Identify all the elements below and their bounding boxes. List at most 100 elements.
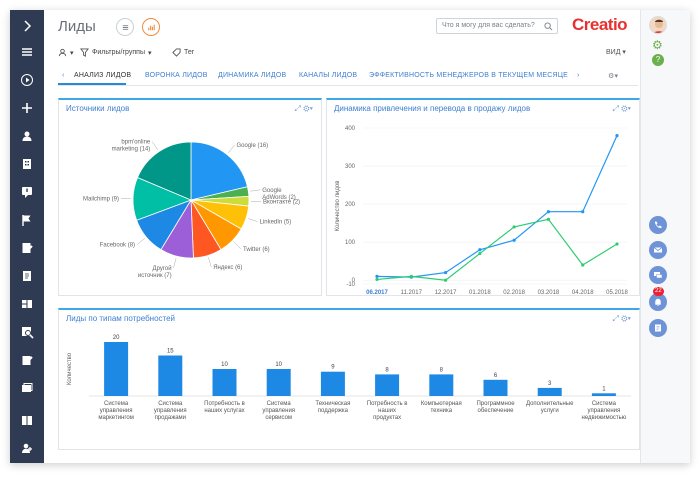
bar[interactable] — [158, 355, 183, 397]
data-point[interactable] — [443, 278, 448, 282]
data-point[interactable] — [581, 263, 585, 267]
edit-icon[interactable] — [10, 348, 44, 372]
settings-gear-icon[interactable]: ⚙ — [652, 38, 663, 52]
data-point[interactable] — [546, 210, 551, 214]
chevron-down-icon: ▾ — [147, 49, 152, 57]
data-point[interactable] — [478, 248, 482, 252]
data-point[interactable] — [375, 277, 379, 282]
filters-groups-button[interactable]: Фильтры/группы ▾ — [80, 48, 152, 57]
chat-icon[interactable] — [649, 266, 667, 284]
feed-icon[interactable] — [649, 319, 667, 337]
menu-icon[interactable] — [10, 40, 44, 64]
data-point[interactable] — [512, 225, 516, 229]
communication-panel: ⚙ ? 22 — [640, 10, 690, 463]
users-icon[interactable] — [10, 436, 44, 460]
settings-icon[interactable]: ⚙▾ — [303, 104, 313, 113]
bar[interactable] — [266, 369, 291, 396]
main-content: Лиды Что я могу для вас сделать? Creatio… — [44, 10, 640, 463]
tab-lead-funnel[interactable]: ВОРОНКА ЛИДОВ — [145, 72, 208, 79]
tab-lead-channels[interactable]: КАНАЛЫ ЛИДОВ — [299, 72, 357, 79]
bar-value-label: 1 — [602, 386, 606, 392]
pie-leader-line — [173, 258, 177, 268]
pie-leader-line — [247, 218, 258, 222]
knowledge-base-icon[interactable] — [10, 408, 44, 432]
x-tick-label: 03.2018 — [538, 290, 560, 296]
bar[interactable] — [104, 342, 129, 396]
tabs-scroll-right-icon[interactable]: › — [577, 72, 580, 79]
expand-icon[interactable]: ⤢ — [613, 314, 619, 323]
tab-lead-dynamics[interactable]: ДИНАМИКА ЛИДОВ — [218, 72, 286, 79]
panel-tools[interactable]: ⤢ ⚙▾ — [295, 104, 313, 114]
help-icon[interactable]: ? — [652, 54, 664, 66]
tag-button[interactable]: Тег — [172, 48, 194, 57]
data-point[interactable] — [546, 217, 551, 221]
pie-leader-line — [250, 189, 261, 192]
data-point[interactable] — [375, 274, 379, 278]
bar[interactable] — [537, 387, 562, 396]
expand-nav-icon[interactable] — [10, 14, 44, 38]
user-avatar[interactable] — [649, 16, 667, 34]
orders-icon[interactable] — [10, 236, 44, 260]
needs-title: Лиды по типам потребностей — [66, 314, 176, 323]
data-point[interactable] — [581, 210, 585, 214]
x-tick-label: Система управления сервисом — [262, 401, 295, 421]
tab-manager-efficiency[interactable]: ЭФФЕКТИВНОСТЬ МЕНЕДЖЕРОВ В ТЕКУЩЕМ МЕСЯЦ… — [369, 72, 568, 79]
creatio-logo: Creatio — [572, 15, 628, 34]
bar[interactable] — [320, 371, 345, 396]
page-title: Лиды — [58, 18, 96, 35]
folders-icon[interactable] — [10, 376, 44, 400]
expand-icon[interactable]: ⤢ — [613, 104, 619, 113]
expand-icon[interactable]: ⤢ — [295, 104, 301, 113]
settings-icon[interactable]: ⚙▾ — [621, 104, 631, 113]
notification-badge: 22 — [653, 287, 664, 296]
line-chart: 4003002001000-10Количество лидов06.2017 1… — [335, 126, 629, 296]
search-cases-icon[interactable] — [10, 320, 44, 344]
dashboard-icon[interactable] — [10, 292, 44, 316]
play-icon[interactable] — [10, 68, 44, 92]
tab-settings-gear-icon[interactable]: ⚙▾ — [608, 72, 618, 80]
email-icon[interactable] — [649, 241, 667, 259]
pie-leader-line — [208, 257, 212, 268]
pie-label: Twitter (6) — [243, 247, 270, 253]
search-placeholder: Что я могу для вас сделать? — [442, 22, 535, 29]
phone-icon[interactable] — [649, 216, 667, 234]
contact-icon[interactable] — [10, 124, 44, 148]
list-view-icon[interactable] — [116, 18, 134, 36]
bar[interactable] — [483, 379, 508, 396]
data-point[interactable] — [478, 251, 482, 256]
tabs-scroll-left-icon[interactable]: ‹ — [62, 72, 65, 79]
x-tick-label: Система управления продажами — [154, 401, 187, 421]
left-navigation — [10, 10, 44, 463]
tab-lead-analysis[interactable]: АНАЛИЗ ЛИДОВ — [74, 72, 131, 79]
bar[interactable] — [429, 374, 454, 396]
data-point[interactable] — [512, 238, 516, 242]
bar[interactable] — [591, 393, 616, 396]
plus-icon[interactable] — [10, 96, 44, 120]
data-point[interactable] — [443, 270, 448, 275]
search-icon[interactable] — [544, 22, 553, 31]
panel-tools[interactable]: ⤢ ⚙▾ — [613, 314, 631, 324]
analytics-view-icon[interactable] — [142, 18, 160, 36]
tag-label: Тег — [184, 49, 195, 56]
lead-icon[interactable] — [10, 180, 44, 204]
pie-leader-line — [228, 144, 235, 154]
bar[interactable] — [375, 374, 400, 396]
data-point[interactable] — [615, 242, 619, 246]
person-icon — [58, 48, 67, 57]
account-icon[interactable] — [10, 152, 44, 176]
data-point[interactable] — [615, 134, 619, 138]
filter-icon — [80, 48, 89, 57]
bar-value-label: 6 — [494, 373, 498, 379]
bar[interactable] — [212, 369, 237, 396]
documents-icon[interactable] — [10, 264, 44, 288]
data-point[interactable] — [409, 274, 413, 278]
chevron-down-icon: ▾ — [70, 49, 74, 57]
x-tick-label: Программное обеспечение — [476, 401, 515, 414]
owner-filter[interactable]: ▾ — [58, 48, 74, 57]
panel-tools[interactable]: ⤢ ⚙▾ — [613, 104, 631, 114]
settings-icon[interactable]: ⚙▾ — [621, 314, 631, 323]
flag-icon[interactable] — [10, 208, 44, 232]
view-button[interactable]: ВИД ▾ — [606, 48, 626, 56]
notifications-bell-icon[interactable]: 22 — [649, 287, 667, 311]
command-search-input[interactable]: Что я могу для вас сделать? — [436, 18, 558, 34]
